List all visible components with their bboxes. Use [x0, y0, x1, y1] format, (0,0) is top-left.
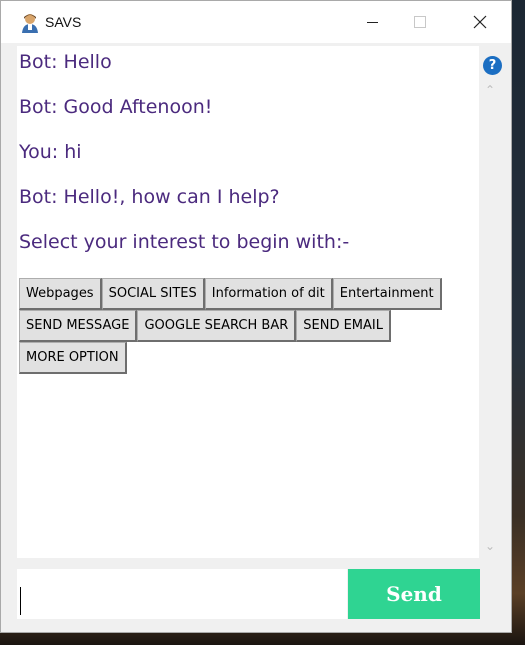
title-bar[interactable]: SAVS: [1, 1, 511, 43]
close-icon: [473, 15, 487, 29]
option-send-email-button[interactable]: SEND EMAIL: [296, 310, 391, 342]
option-send-message-button[interactable]: SEND MESSAGE: [19, 310, 138, 342]
maximize-icon: [414, 16, 426, 28]
minimize-icon: [366, 21, 378, 23]
chat-log[interactable]: Bot: Hello Bot: Good Aftenoon! You: hi B…: [17, 46, 479, 558]
close-button[interactable]: [457, 1, 503, 43]
minimize-button[interactable]: [349, 1, 395, 43]
user-avatar-icon: [22, 14, 38, 33]
maximize-button[interactable]: [397, 1, 443, 43]
chat-message: Bot: Good Aftenoon!: [19, 96, 213, 118]
chat-message: You: hi: [19, 141, 82, 163]
window-title: SAVS: [45, 14, 82, 30]
scroll-down-icon[interactable]: ⌄: [485, 539, 495, 553]
scroll-up-icon[interactable]: ⌃: [485, 83, 495, 97]
chat-scrollbar[interactable]: [481, 46, 501, 558]
chat-message: Bot: Hello!, how can I help?: [19, 186, 280, 208]
help-icon[interactable]: ?: [483, 56, 502, 75]
chat-message: Bot: Hello: [19, 51, 112, 73]
option-social-sites-button[interactable]: SOCIAL SITES: [101, 278, 205, 310]
option-google-search-button[interactable]: GOOGLE SEARCH BAR: [137, 310, 297, 342]
option-information-button[interactable]: Information of dit: [204, 278, 333, 310]
options-row: Webpages SOCIAL SITES Information of dit…: [19, 278, 442, 310]
send-button[interactable]: Send: [348, 569, 480, 619]
options-row: SEND MESSAGE GOOGLE SEARCH BAR SEND EMAI…: [19, 310, 442, 342]
app-window: SAVS Bot: Hello Bot: Good Aftenoon! You:…: [0, 0, 512, 633]
option-more-button[interactable]: MORE OPTION: [19, 342, 127, 374]
interest-options: Webpages SOCIAL SITES Information of dit…: [19, 278, 442, 374]
message-input[interactable]: [17, 569, 347, 619]
options-row: MORE OPTION: [19, 342, 442, 374]
text-caret: [20, 587, 21, 615]
chat-message: Select your interest to begin with:-: [19, 231, 350, 253]
option-entertainment-button[interactable]: Entertainment: [332, 278, 442, 310]
option-webpages-button[interactable]: Webpages: [19, 278, 102, 310]
